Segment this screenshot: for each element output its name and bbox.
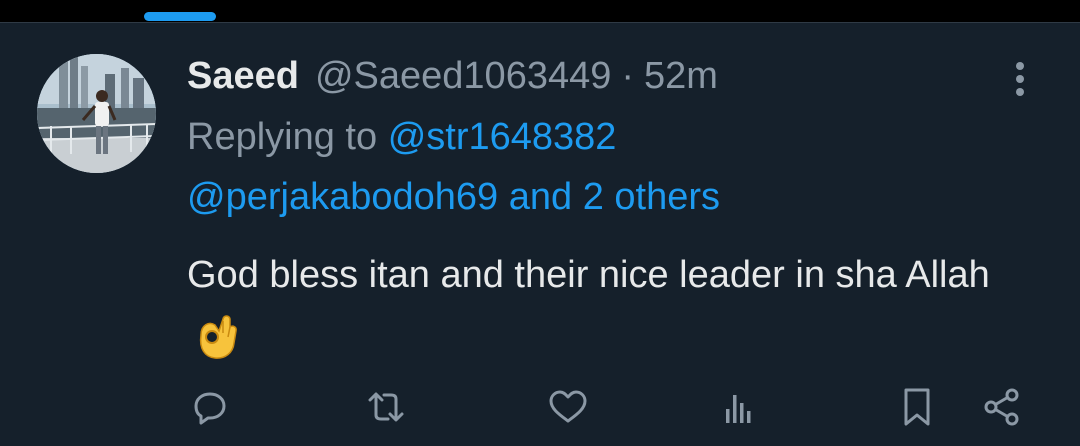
reply-icon — [194, 392, 226, 425]
views-button[interactable] — [716, 385, 760, 429]
more-options-button[interactable] — [1004, 58, 1036, 100]
reply-mention-link[interactable]: @perjakabodoh69 — [187, 176, 498, 218]
reply-button[interactable] — [188, 385, 232, 429]
avatar[interactable] — [37, 54, 156, 173]
replying-to-continued: @perjakabodoh69 and 2 others — [187, 176, 720, 219]
author-handle[interactable]: @Saeed1063449 — [315, 55, 611, 98]
author-name[interactable]: Saeed — [187, 55, 299, 98]
replying-to-label: Replying to — [187, 116, 378, 158]
reply-mention-link[interactable]: @str1648382 — [388, 116, 617, 158]
divider — [0, 22, 1080, 23]
ok-hand-emoji — [193, 313, 241, 361]
separator-dot: · — [621, 54, 635, 97]
reply-others-link[interactable]: 2 others — [583, 176, 720, 218]
timestamp[interactable]: 52m — [644, 55, 718, 98]
reply-and-label: and — [508, 176, 573, 218]
top-tab-bar — [0, 0, 1080, 22]
views-icon — [726, 395, 751, 423]
bookmark-icon — [904, 388, 930, 426]
tweet-text: God bless itan and their nice leader in … — [187, 254, 990, 296]
more-vertical-icon — [1016, 62, 1024, 96]
share-button[interactable] — [980, 385, 1024, 429]
like-button[interactable] — [546, 385, 590, 429]
active-tab-indicator — [144, 12, 216, 21]
share-icon — [984, 388, 1019, 426]
retweet-button[interactable] — [364, 385, 408, 429]
like-icon — [549, 390, 587, 423]
tweet-body: God bless itan and their nice leader in … — [187, 245, 1027, 365]
retweet-icon — [368, 392, 404, 422]
avatar-photo — [37, 54, 156, 173]
replying-to: Replying to @str1648382 — [187, 116, 616, 159]
tweet-header: Saeed @Saeed1063449 · 52m — [187, 52, 718, 100]
bookmark-button[interactable] — [895, 385, 939, 429]
